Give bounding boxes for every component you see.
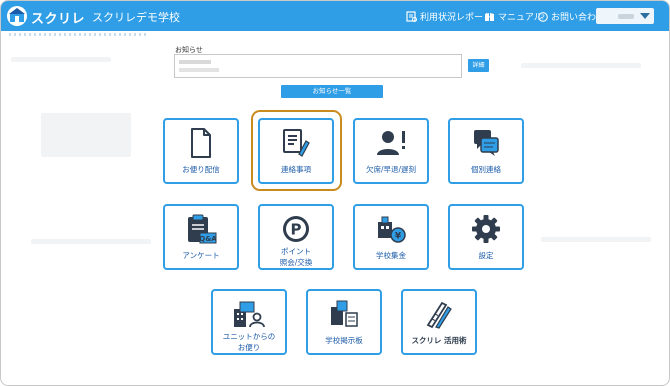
tile-label: 学校集金 xyxy=(376,251,406,260)
svg-text:Q&A: Q&A xyxy=(199,235,217,243)
tile-label: 設定 xyxy=(478,251,494,260)
background-placeholder xyxy=(31,239,151,244)
tile-label: スクリレ 活用術 xyxy=(411,336,467,345)
tile-unit-letters[interactable]: ユニットからの お便り xyxy=(211,289,287,355)
board-icon xyxy=(331,300,358,327)
manual-link[interactable]: マニュアル xyxy=(484,10,543,23)
background-placeholder xyxy=(41,113,131,157)
tile-label: ポイント 照会/交換 xyxy=(279,247,313,267)
tile-absence[interactable]: 欠席/早退/遅刻 xyxy=(353,118,429,184)
usage-report-label: 利用状況レポート xyxy=(420,13,493,23)
point-coin-icon: P xyxy=(283,216,309,242)
user-name-redacted xyxy=(618,14,634,19)
tile-label: 欠席/早退/遅刻 xyxy=(365,165,417,174)
tile-survey[interactable]: Q&A アンケート xyxy=(163,204,239,270)
notice-field[interactable] xyxy=(174,54,462,78)
contact-link[interactable]: ? お問い合わせ xyxy=(538,10,605,23)
tile-points[interactable]: P ポイント 照会/交換 xyxy=(258,204,334,270)
usage-report-icon xyxy=(406,11,417,22)
tile-label: アンケート xyxy=(182,251,220,260)
help-circle-icon: ? xyxy=(538,11,548,22)
ruler-pencil-icon xyxy=(426,301,452,329)
tile-label: ユニットからの お便り xyxy=(222,332,276,352)
chat-bubbles-icon xyxy=(474,130,499,156)
usage-report-link[interactable]: 利用状況レポート xyxy=(406,10,492,23)
tile-school-payment[interactable]: ¥ 学校集金 xyxy=(353,204,429,270)
school-yen-icon: ¥ xyxy=(378,216,406,243)
clipboard-qa-icon: Q&A xyxy=(188,214,217,244)
tile-label: お便り配信 xyxy=(182,165,220,174)
background-placeholder xyxy=(541,237,651,242)
notice-detail-button[interactable]: 詳細 xyxy=(468,59,489,72)
svg-text:¥: ¥ xyxy=(395,232,402,242)
background-placeholder xyxy=(521,63,641,68)
person-alert-icon xyxy=(377,131,405,155)
highlight-frame xyxy=(251,110,342,191)
logo-icon xyxy=(7,6,27,26)
tile-individual-contact[interactable]: 個別連絡 xyxy=(448,118,524,184)
document-icon xyxy=(191,128,211,158)
gear-icon xyxy=(472,215,500,243)
building-person-icon xyxy=(234,301,265,328)
tile-letters[interactable]: お便り配信 xyxy=(163,118,239,184)
background-placeholder xyxy=(11,57,111,62)
manual-label: マニュアル xyxy=(498,13,543,23)
tile-label: 個別連絡 xyxy=(471,165,501,174)
notice-text-redacted xyxy=(179,60,211,64)
top-bar: スクリレ スクリレデモ学校 利用状況レポート マニュアル ? お問い合わせ xyxy=(1,1,669,31)
brand-name[interactable]: スクリレ xyxy=(31,8,85,27)
notice-list-button[interactable]: お知らせ一覧 xyxy=(281,85,383,98)
sub-header-strip xyxy=(1,31,669,38)
tile-tips[interactable]: スクリレ 活用術 xyxy=(401,289,477,355)
svg-text:P: P xyxy=(291,221,302,239)
chevron-down-icon xyxy=(640,13,650,19)
school-name: スクリレデモ学校 xyxy=(92,11,180,24)
tile-label: 学校掲示板 xyxy=(325,336,363,345)
app-window: スクリレ スクリレデモ学校 利用状況レポート マニュアル ? お問い合わせ お知… xyxy=(0,0,670,386)
tile-settings[interactable]: 設定 xyxy=(448,204,524,270)
svg-text:?: ? xyxy=(541,13,545,21)
book-icon xyxy=(485,12,494,21)
notice-text-redacted xyxy=(179,68,219,72)
tile-bulletin-board[interactable]: 学校掲示板 xyxy=(306,289,382,355)
user-menu-dropdown[interactable] xyxy=(596,8,654,24)
